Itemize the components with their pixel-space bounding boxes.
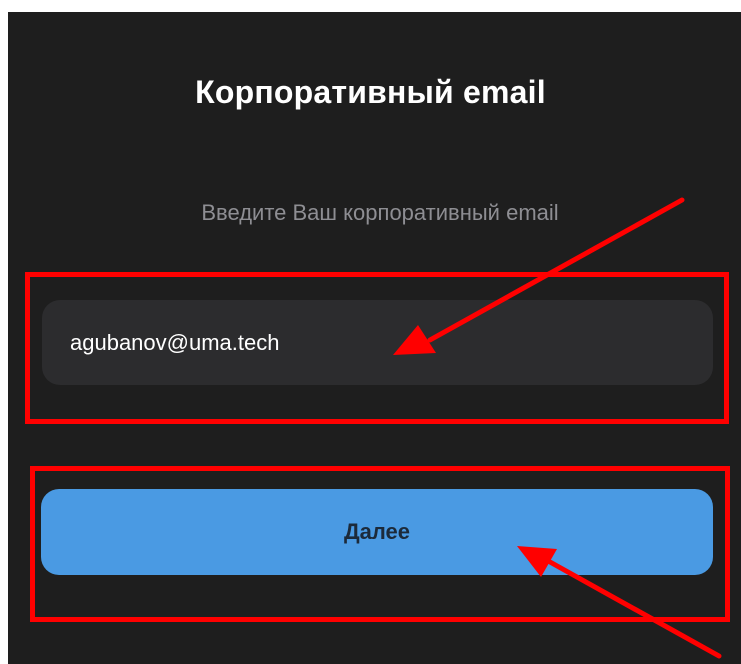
email-highlight-box (25, 272, 729, 424)
page-title: Корпоративный email (195, 74, 546, 110)
next-highlight-box (30, 466, 730, 622)
instruction-text: Введите Ваш корпоративный email (201, 200, 559, 225)
